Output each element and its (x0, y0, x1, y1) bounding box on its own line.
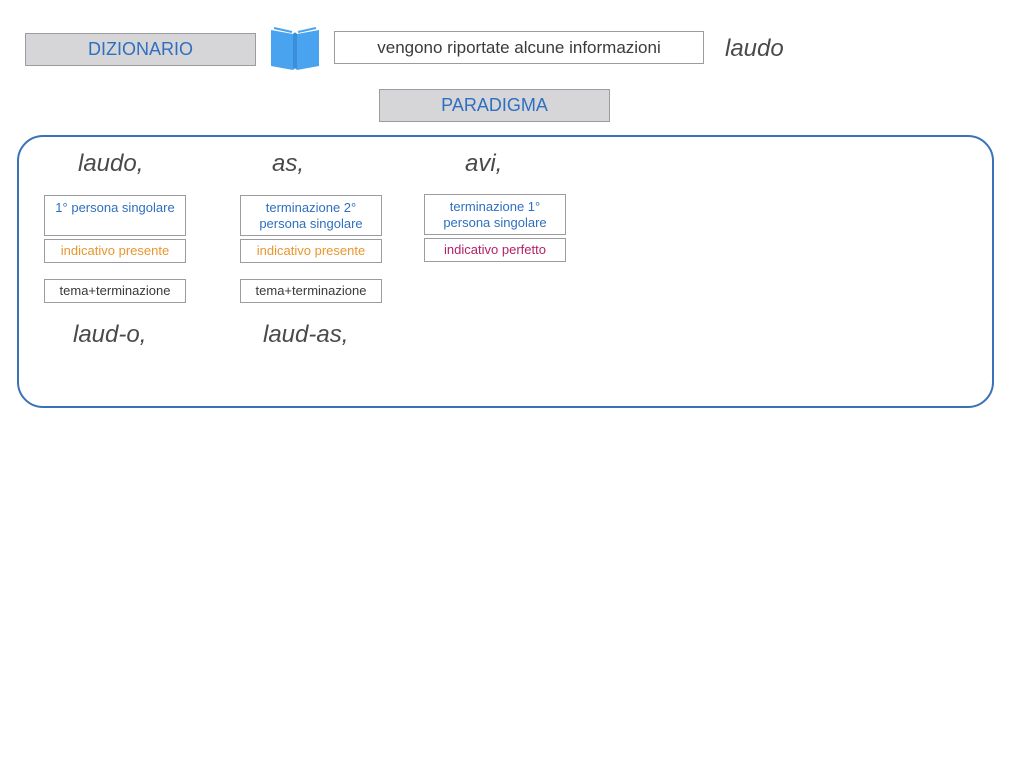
col3-grammar-box: terminazione 1° persona singolare (424, 194, 566, 235)
form-laudo: laudo, (78, 150, 144, 177)
form-avi: avi, (465, 150, 503, 177)
paradigma-panel (17, 135, 994, 408)
open-book-icon (268, 24, 322, 72)
col1-grammar-box: 1° persona singolare (44, 195, 186, 236)
col1-split-word: laud-o, (73, 321, 147, 348)
dizionario-label: DIZIONARIO (25, 33, 256, 66)
col1-structure-box: tema+terminazione (44, 279, 186, 303)
col2-structure-box: tema+terminazione (240, 279, 382, 303)
col3-mood-box: indicativo perfetto (424, 238, 566, 262)
info-text-box: vengono riportate alcune informazioni (334, 31, 704, 64)
entry-word: laudo (725, 35, 784, 62)
col2-mood-box: indicativo presente (240, 239, 382, 263)
paradigma-label: PARADIGMA (379, 89, 610, 122)
col1-mood-box: indicativo presente (44, 239, 186, 263)
form-as: as, (272, 150, 305, 177)
col2-grammar-box: terminazione 2° persona singolare (240, 195, 382, 236)
col2-split-word: laud-as, (263, 321, 349, 348)
